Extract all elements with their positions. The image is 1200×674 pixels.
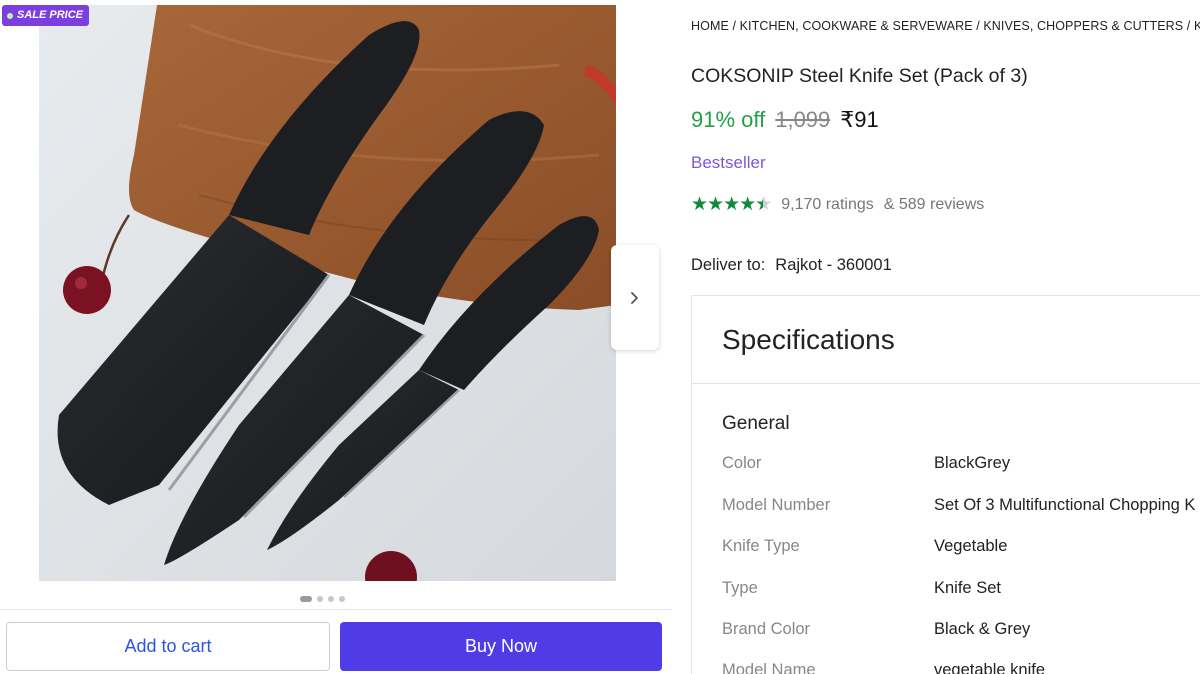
spec-value: Black & Grey xyxy=(934,620,1031,638)
spec-key: Type xyxy=(722,579,758,597)
knife-set-illustration xyxy=(39,5,616,581)
spec-row: Color BlackGrey xyxy=(722,454,1200,473)
carousel-dots xyxy=(300,596,345,602)
spec-value: Set Of 3 Multifunctional Chopping K xyxy=(934,496,1196,514)
price-row: 91% off 1,099 ₹91 xyxy=(691,107,879,133)
star-icon: ★ xyxy=(707,194,724,215)
spec-group-title: General xyxy=(722,413,790,434)
breadcrumb[interactable]: HOME / KITCHEN, COOKWARE & SERVEWARE / K… xyxy=(691,19,1200,33)
add-to-cart-button[interactable]: Add to cart xyxy=(6,622,330,671)
carousel-dot[interactable] xyxy=(300,596,312,602)
carousel-dot[interactable] xyxy=(317,596,323,602)
spec-key: Knife Type xyxy=(722,537,800,555)
spec-value: Knife Set xyxy=(934,579,1001,597)
star-icon: ★ xyxy=(691,194,708,215)
spec-row: Knife Type Vegetable xyxy=(722,537,1200,556)
buy-now-button[interactable]: Buy Now xyxy=(340,622,662,671)
badge-dot-icon xyxy=(7,12,13,19)
carousel-dot[interactable] xyxy=(339,596,345,602)
star-icon: ★ xyxy=(723,194,740,215)
spec-row: Brand Color Black & Grey xyxy=(722,620,1200,639)
spec-key: Brand Color xyxy=(722,620,811,638)
spec-value: Vegetable xyxy=(934,537,1008,555)
reviews-count: & 589 reviews xyxy=(883,195,985,213)
spec-key: Model Name xyxy=(722,661,816,674)
deliver-pincode: Rajkot - 360001 xyxy=(775,256,892,274)
star-icon: ★ xyxy=(739,194,756,215)
spec-key: Color xyxy=(722,454,762,472)
ratings-count: 9,170 ratings xyxy=(781,195,874,213)
selling-price: ₹91 xyxy=(840,107,879,132)
spec-row: Model Number Set Of 3 Multifunctional Ch… xyxy=(722,496,1200,515)
sale-badge: SALE PRICE xyxy=(2,5,90,26)
delivery-location[interactable]: Deliver to: Rajkot - 360001 xyxy=(691,256,892,275)
next-image-button[interactable] xyxy=(611,245,659,350)
spec-value: BlackGrey xyxy=(934,454,1011,472)
product-gallery: SALE PRICE Add to cart Buy Now xyxy=(0,0,672,674)
carousel-dot[interactable] xyxy=(328,596,334,602)
spec-value: vegetable knife xyxy=(934,661,1045,674)
specifications-heading: Specifications xyxy=(692,296,1200,384)
spec-key: Model Number xyxy=(722,496,831,514)
half-star-icon: ★★ xyxy=(755,194,772,215)
chevron-right-icon xyxy=(631,291,638,304)
rating-stars: ★ ★ ★ ★ ★★ xyxy=(691,193,772,216)
product-title: COKSONIP Steel Knife Set (Pack of 3) xyxy=(691,65,1028,87)
product-image[interactable] xyxy=(39,5,616,581)
sale-badge-label: SALE PRICE xyxy=(17,9,84,21)
spec-row: Type Knife Set xyxy=(722,579,1200,598)
spec-row: Model Name vegetable knife xyxy=(722,661,1200,674)
original-price: 1,099 xyxy=(775,107,831,132)
specifications-card: Specifications General Color BlackGrey M… xyxy=(691,295,1200,674)
rating-row[interactable]: ★ ★ ★ ★ ★★ 9,170 ratings & 589 reviews xyxy=(691,193,984,216)
deliver-label: Deliver to: xyxy=(691,256,766,274)
discount-percent: 91% off xyxy=(691,107,766,132)
bestseller-tag: Bestseller xyxy=(691,153,766,172)
action-bar: Add to cart Buy Now xyxy=(0,609,672,674)
